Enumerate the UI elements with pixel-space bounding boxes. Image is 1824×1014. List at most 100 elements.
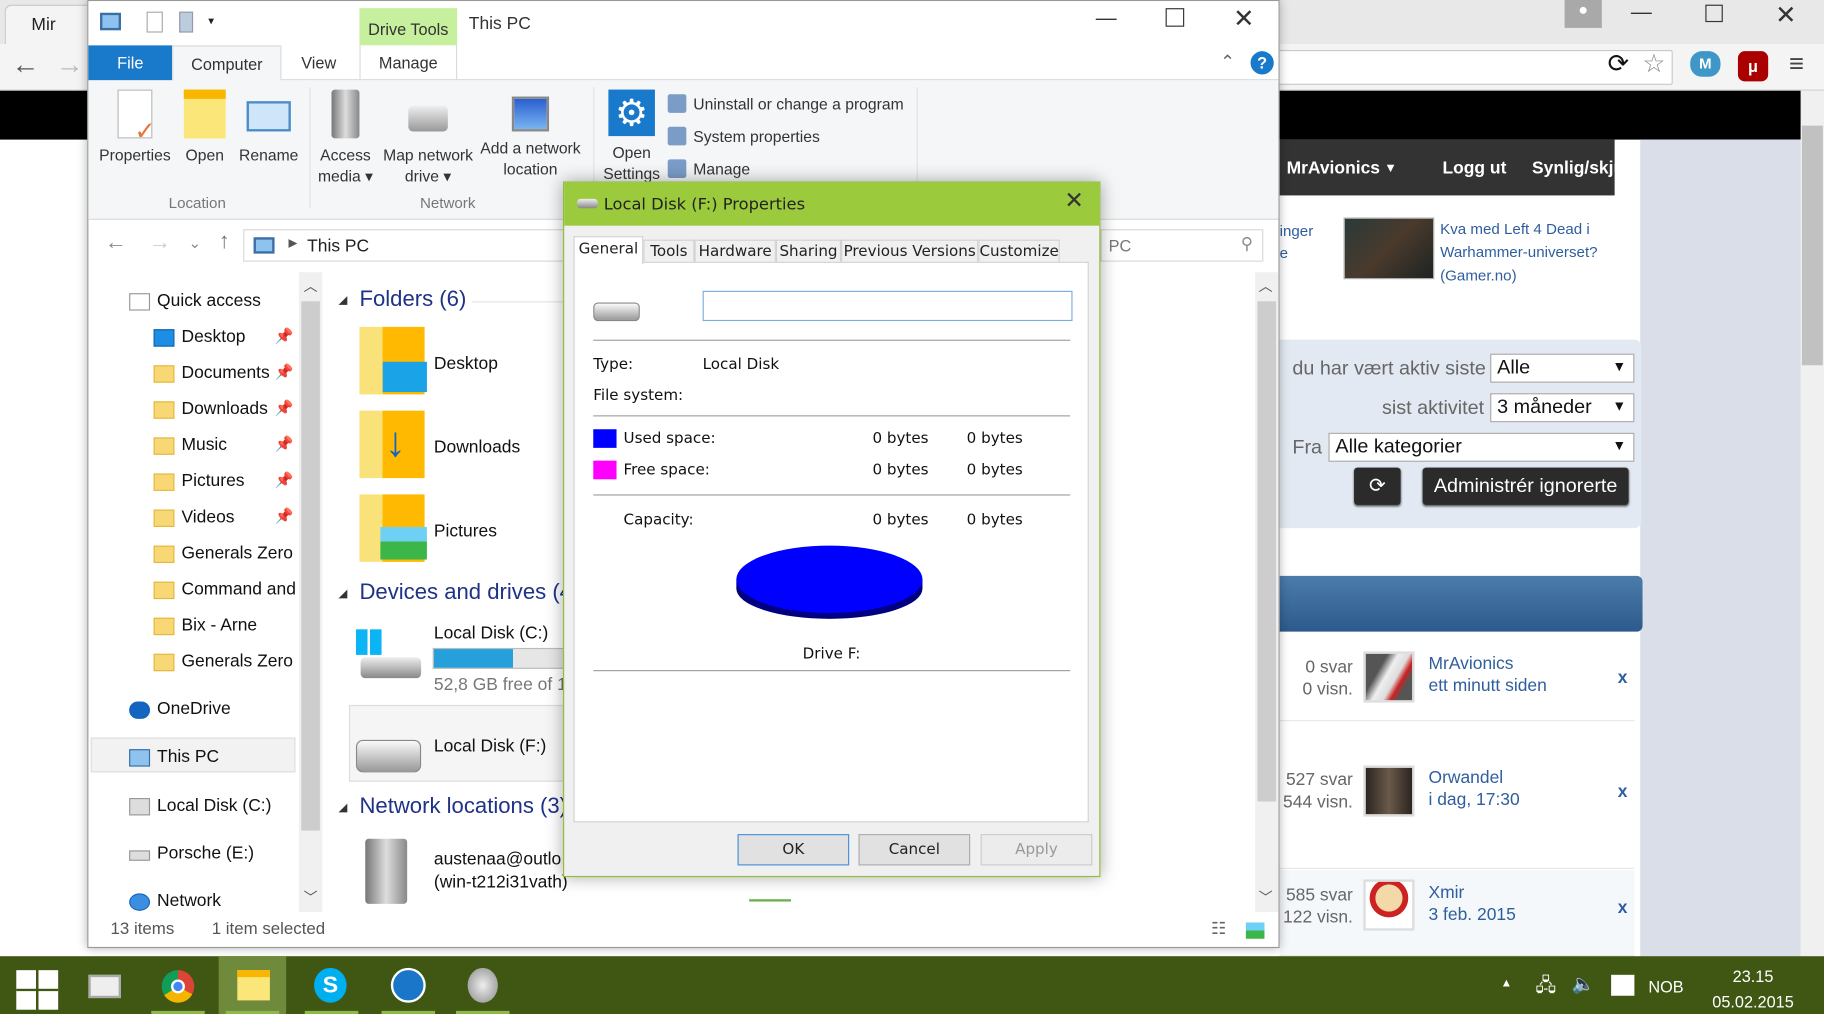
visibility-link[interactable]: Synlig/skjult: [1532, 158, 1635, 178]
ublock-icon[interactable]: μ: [1737, 51, 1769, 82]
pictures-folder-icon[interactable]: [359, 494, 427, 562]
file-explorer-taskbar-icon[interactable]: [218, 956, 287, 1014]
pin-icon[interactable]: 📌: [275, 327, 294, 346]
tab-tools[interactable]: Tools: [643, 239, 695, 263]
thread-row[interactable]: 527 svar 544 visn. Orwandel i dag, 17:30 x: [1279, 722, 1635, 869]
browser-tab[interactable]: Mir: [4, 4, 98, 47]
thread-user[interactable]: Orwandel: [1428, 767, 1519, 789]
manage-ignored-button[interactable]: Administrér ignorerte: [1422, 467, 1629, 505]
start-button[interactable]: [2, 956, 69, 1014]
volume-icon[interactable]: 🔈: [1572, 972, 1595, 995]
nav-item[interactable]: Videos: [153, 507, 235, 527]
avatar[interactable]: [1363, 651, 1415, 703]
page-scrollbar-thumb[interactable]: [1801, 125, 1823, 366]
tab-customize[interactable]: Customize: [978, 239, 1060, 263]
forward-icon[interactable]: →: [56, 49, 84, 82]
network-group-header[interactable]: Network locations (3): [338, 795, 567, 821]
sidebar-partial[interactable]: inger e: [1280, 220, 1314, 264]
scroll-down-icon[interactable]: ﹀: [1259, 888, 1273, 908]
open-settings-button[interactable]: ⚙ Open Settings: [600, 89, 663, 185]
rename-button[interactable]: Rename: [237, 90, 300, 167]
nav-item[interactable]: Generals Zero: [153, 651, 293, 672]
tab-file[interactable]: File: [88, 45, 173, 81]
nav-this-pc[interactable]: This PC: [129, 747, 219, 767]
add-network-location-button[interactable]: Add a network location: [477, 90, 584, 181]
minimize-button[interactable]: —: [1096, 6, 1117, 30]
apply-button[interactable]: Apply: [980, 834, 1093, 866]
network-share-icon[interactable]: [749, 876, 792, 902]
back-icon[interactable]: ←: [12, 49, 40, 82]
folder-name[interactable]: Desktop: [434, 354, 498, 374]
avatar[interactable]: [1363, 879, 1415, 931]
thread-row[interactable]: 0 svar 0 visn. MrAvionics ett minutt siden…: [1279, 640, 1635, 722]
browser-restore-button[interactable]: [1705, 4, 1723, 23]
pin-icon[interactable]: 📌: [275, 471, 294, 490]
last-activity-select[interactable]: 3 måneder ▼: [1490, 393, 1635, 423]
customize-quick-access-icon[interactable]: ▾: [208, 15, 214, 28]
thread-time[interactable]: i dag, 17:30: [1428, 789, 1519, 811]
browser-minimize-button[interactable]: —: [1631, 0, 1652, 24]
nav-item[interactable]: Documents: [153, 363, 270, 383]
cancel-button[interactable]: Cancel: [858, 834, 971, 866]
menu-icon[interactable]: ≡: [1789, 49, 1804, 79]
collapse-ribbon-icon[interactable]: ⌃: [1220, 51, 1235, 72]
devices-group-header[interactable]: Devices and drives (4: [339, 580, 572, 606]
article-link[interactable]: Kva med Left 4 Dead i Warhammer-universe…: [1440, 218, 1597, 288]
back-button[interactable]: ←: [105, 230, 127, 256]
ok-button[interactable]: OK: [737, 834, 850, 866]
properties-button[interactable]: ✓ Properties: [98, 89, 172, 167]
network-tray-icon[interactable]: 🖧: [1536, 972, 1557, 1003]
profile-icon[interactable]: ●: [1564, 0, 1602, 28]
task-view-button[interactable]: [72, 956, 139, 1014]
manage-button[interactable]: Manage: [667, 159, 750, 178]
input-language[interactable]: NOB: [1648, 977, 1683, 996]
recent-locations-icon[interactable]: ⌄: [188, 234, 201, 253]
nav-porsche-e[interactable]: Porsche (E:): [129, 843, 254, 863]
remove-thread-button[interactable]: x: [1618, 782, 1628, 802]
thread-row[interactable]: 585 svar 122 visn. Xmir 3 feb. 2015 x: [1279, 870, 1635, 957]
media-player-taskbar-icon[interactable]: [375, 956, 442, 1014]
browser-close-button[interactable]: ✕: [1775, 0, 1796, 30]
drive-c-name[interactable]: Local Disk (C:): [434, 624, 548, 644]
nav-item[interactable]: Bix - Arne: [153, 615, 257, 636]
tab-sharing[interactable]: Sharing: [775, 239, 842, 263]
windows-drive-icon[interactable]: [355, 629, 423, 685]
tab-general[interactable]: General: [573, 236, 644, 265]
thread-user[interactable]: MrAvionics: [1428, 653, 1546, 675]
tab-view[interactable]: View: [282, 45, 356, 80]
drive-f-icon[interactable]: [355, 739, 422, 773]
folder-name[interactable]: Downloads: [434, 437, 520, 457]
properties-quick-icon[interactable]: [146, 11, 163, 33]
nav-local-c[interactable]: Local Disk (C:): [129, 796, 271, 816]
chrome-taskbar-icon[interactable]: [144, 956, 211, 1014]
maximize-button[interactable]: [1165, 8, 1185, 27]
volume-label-input[interactable]: [702, 290, 1073, 322]
media-server-icon[interactable]: [365, 838, 408, 904]
up-button[interactable]: ↑: [219, 229, 230, 255]
nav-onedrive[interactable]: OneDrive: [129, 699, 231, 719]
scroll-up-icon[interactable]: ︿: [304, 276, 318, 296]
thread-user[interactable]: Xmir: [1428, 882, 1515, 904]
folders-group-header[interactable]: Folders (6): [339, 287, 467, 313]
article-thumbnail[interactable]: [1343, 217, 1435, 280]
nav-quick-access[interactable]: Quick access: [129, 291, 261, 311]
active-select[interactable]: Alle ▼: [1490, 353, 1635, 383]
drive-f-name[interactable]: Local Disk (F:): [434, 736, 546, 756]
action-center-icon[interactable]: [1611, 974, 1635, 996]
pin-icon[interactable]: 📌: [275, 435, 294, 454]
nav-network[interactable]: Network: [129, 891, 221, 911]
scroll-down-icon[interactable]: ﹀: [304, 888, 318, 908]
thread-time[interactable]: ett minutt siden: [1428, 675, 1546, 697]
skype-taskbar-icon[interactable]: S: [298, 956, 365, 1014]
map-network-drive-button[interactable]: Map network drive ▾: [379, 90, 477, 188]
avatar[interactable]: [1363, 765, 1415, 817]
thread-time[interactable]: 3 feb. 2015: [1428, 904, 1515, 926]
folder-name[interactable]: Pictures: [434, 521, 497, 541]
nav-item[interactable]: Pictures: [153, 471, 245, 491]
tab-previous-versions[interactable]: Previous Versions: [841, 239, 979, 263]
content-scrollbar-thumb[interactable]: [1257, 301, 1277, 802]
search-field[interactable]: PC ⚲: [1100, 229, 1264, 262]
nav-item[interactable]: Music: [153, 435, 227, 455]
sync-icon[interactable]: ⟳: [1608, 49, 1629, 79]
pin-icon[interactable]: 📌: [275, 399, 294, 418]
